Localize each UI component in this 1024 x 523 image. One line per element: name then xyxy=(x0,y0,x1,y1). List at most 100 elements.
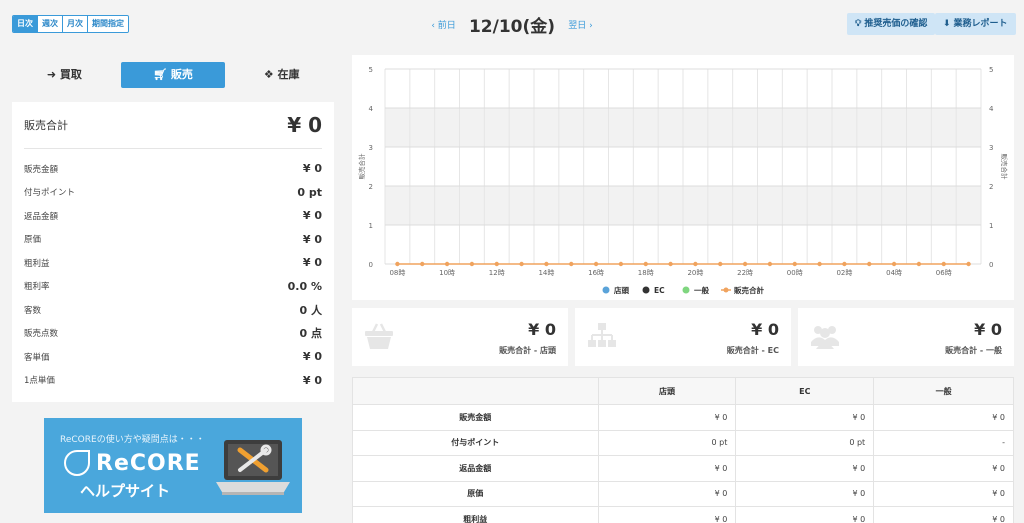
sales-breakdown-table: 店頭 EC 一般 販売金額 ¥ 0 ¥ 0 ¥ 0 付与ポイント 0 pt 0 pt - 返品金… xyxy=(352,377,1014,523)
recommend-price-label: 推奨売価の確認 xyxy=(864,19,928,29)
sales-line-chart: 0 01 12 23 34 45 5販売合計 販売合計08時 10時 12時 14時 16時 18時 20… xyxy=(357,66,1009,295)
x-tick-label: 12時 xyxy=(489,269,505,277)
data-point xyxy=(519,261,524,267)
legend-label: 一般 xyxy=(694,285,709,295)
sales-summary-panel: 販売合計 ¥ 0 販売金額 ¥ 0 付与ポイント 0 pt 返品金額 ¥ 0 原価 ¥ 0 粗利… xyxy=(12,102,334,402)
summary-row: 原価 ¥ 0 xyxy=(24,228,322,252)
y-tick-label-right: 4 xyxy=(989,105,994,113)
card-general-value: ¥ 0 xyxy=(974,320,1002,339)
data-point xyxy=(941,261,946,267)
table-cell: ¥ 0 xyxy=(597,480,737,507)
table-row: 販売金額 ¥ 0 ¥ 0 ¥ 0 xyxy=(352,404,1014,431)
lightbulb-icon: 💡︎ xyxy=(855,19,862,29)
summary-row: 返品金額 ¥ 0 xyxy=(24,204,322,228)
summary-row-value: ¥ 0 xyxy=(302,373,322,387)
prev-day-link[interactable]: ‹ 前日 xyxy=(431,21,455,31)
y-tick-label: 0 xyxy=(369,261,373,269)
summary-row: 粗利益 ¥ 0 xyxy=(24,251,322,275)
data-point xyxy=(395,261,400,267)
data-point xyxy=(767,261,773,267)
tab-buy-label: 買取 xyxy=(59,68,82,81)
data-point xyxy=(593,261,599,267)
legend-marker xyxy=(723,287,729,293)
y-tick-label: 3 xyxy=(369,144,373,152)
x-tick-label: 20時 xyxy=(687,269,703,277)
download-icon: ⬇︎ xyxy=(943,19,951,29)
data-point xyxy=(867,261,872,267)
summary-rows: 販売金額 ¥ 0 付与ポイント 0 pt 返品金額 ¥ 0 原価 ¥ 0 粗利益 ¥ 0 粗利率 0.… xyxy=(24,157,322,392)
y-tick-label-right: 1 xyxy=(989,222,993,230)
tab-stock[interactable]: ❖ 在庫 xyxy=(229,62,334,88)
next-day-link[interactable]: 翌日 › xyxy=(568,21,592,31)
legend-label: 販売合計 xyxy=(734,285,764,295)
table-header-row: 店頭 EC 一般 xyxy=(352,377,1014,405)
cart-icon: 🛒︎ xyxy=(153,68,171,81)
y-tick-label-right: 3 xyxy=(989,144,993,152)
x-tick-label: 18時 xyxy=(638,269,654,277)
table-cell: ¥ 0 xyxy=(873,480,1014,507)
table-header-blank xyxy=(352,377,599,405)
help-site-banner[interactable]: ReCOREの使い方や疑問点は・・・ ReCORE ヘルプサイト xyxy=(44,418,302,513)
recommend-price-button[interactable]: 💡︎ 推奨売価の確認 xyxy=(847,13,936,35)
x-tick-label: 00時 xyxy=(787,269,803,277)
data-point xyxy=(618,261,624,267)
data-point xyxy=(569,261,574,267)
summary-row-label: 客数 xyxy=(24,305,42,316)
summary-row-label: 販売点数 xyxy=(24,329,59,340)
table-cell: ¥ 0 xyxy=(735,506,875,523)
tab-sell[interactable]: 🛒︎ 販売 xyxy=(120,62,226,88)
card-ec-label: 販売合計 - EC xyxy=(726,346,779,355)
business-report-button[interactable]: ⬇︎ 業務レポート xyxy=(935,13,1016,35)
summary-row-value: ¥ 0 xyxy=(302,209,322,223)
table-cell: 0 pt xyxy=(735,429,875,456)
sales-total-label: 販売合計 xyxy=(24,119,68,132)
summary-row: 粗利率 0.0 % xyxy=(24,275,322,299)
sales-total-value: ¥ 0 xyxy=(287,113,322,137)
summary-row-value: ¥ 0 xyxy=(302,162,322,176)
table-header-general: 一般 xyxy=(873,377,1014,405)
data-point xyxy=(668,261,673,267)
x-tick-label: 14時 xyxy=(538,269,554,277)
data-point xyxy=(817,261,822,267)
table-row-label: 付与ポイント xyxy=(352,429,599,456)
card-store-sales: ¥ 0 販売合計 - 店頭 xyxy=(352,308,568,366)
table-row: 粗利益 ¥ 0 ¥ 0 ¥ 0 xyxy=(352,506,1014,523)
summary-row-value: 0 人 xyxy=(299,303,322,317)
network-icon xyxy=(588,323,616,347)
table-header-store: 店頭 xyxy=(597,377,737,405)
card-store-label: 販売合計 - 店頭 xyxy=(499,346,556,355)
y-tick-label-right: 5 xyxy=(989,66,993,74)
legend-marker xyxy=(642,286,650,294)
x-tick-label: 08時 xyxy=(389,269,405,277)
summary-row-value: ¥ 0 xyxy=(302,256,322,270)
y-tick-label: 4 xyxy=(369,105,374,113)
table-row-label: 返品金額 xyxy=(352,455,599,482)
sign-in-icon: ➜ xyxy=(46,68,60,81)
summary-row: 販売点数 0 点 xyxy=(24,322,322,346)
data-point xyxy=(842,261,847,267)
sales-chart: 0 0 1 1 2 2 3 3 4 4 5 5 販売合計 販売合計 08時 10時 12時 14時 16時 18時 20… xyxy=(352,55,1014,300)
x-tick-label: 22時 xyxy=(737,269,753,277)
table-cell: ¥ 0 xyxy=(735,455,875,482)
y-tick-label: 1 xyxy=(369,222,373,230)
basket-icon xyxy=(365,323,393,349)
card-general-sales: ¥ 0 販売合計 - 一般 xyxy=(798,308,1014,366)
business-report-label: 業務レポート xyxy=(953,19,1008,29)
data-point xyxy=(966,261,971,267)
summary-row-value: ¥ 0 xyxy=(302,350,322,364)
x-tick-label: 10時 xyxy=(439,269,455,277)
summary-row: 客単価 ¥ 0 xyxy=(24,345,322,369)
table-row: 原価 ¥ 0 ¥ 0 ¥ 0 xyxy=(352,480,1014,507)
table-cell: ¥ 0 xyxy=(873,506,1014,523)
data-point xyxy=(420,261,425,267)
summary-row-label: 粗利率 xyxy=(24,282,50,293)
table-cell: 0 pt xyxy=(597,429,737,456)
legend-label: 店頭 xyxy=(614,285,629,295)
y-tick-label-right: 0 xyxy=(989,261,993,269)
tab-buy[interactable]: ➜ 買取 xyxy=(12,62,117,88)
banner-logo-text: ReCORE xyxy=(96,450,201,476)
table-cell: ¥ 0 xyxy=(597,404,737,431)
users-icon xyxy=(811,326,839,349)
x-tick-label: 02時 xyxy=(836,269,852,277)
summary-row-label: 客単価 xyxy=(24,352,50,363)
